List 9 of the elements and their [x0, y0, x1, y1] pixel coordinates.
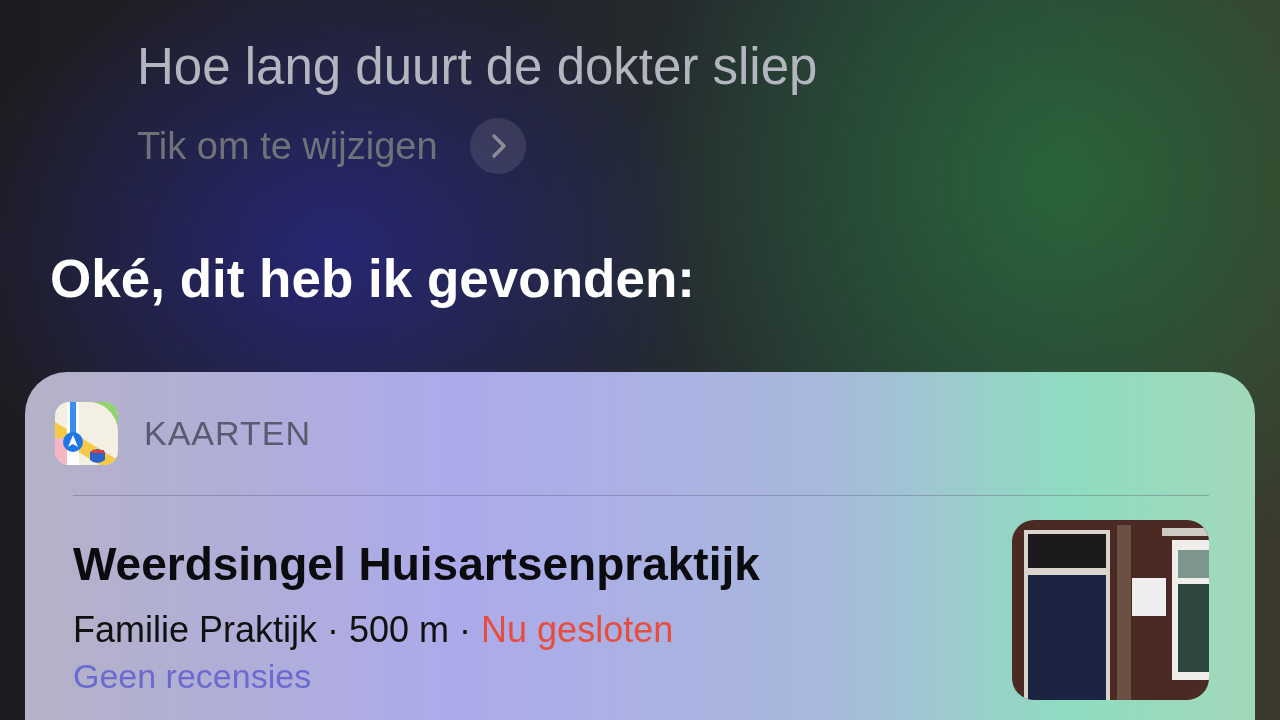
source-label: KAARTEN: [144, 414, 311, 453]
open-status: Nu gesloten: [481, 608, 674, 652]
place-name[interactable]: Weerdsingel Huisartsenpraktijk: [73, 536, 760, 592]
chevron-button[interactable]: [469, 118, 526, 174]
query-text[interactable]: Hoe lang duurt de dokter sliep: [137, 30, 818, 104]
response-heading: Oké, dit heb ik gevonden:: [50, 248, 695, 310]
place-details: Familie Praktijk · 500 m ·: [73, 608, 473, 652]
result-card[interactable]: KAARTEN Weerdsingel Huisartsenpraktijk Familie Praktijk · 500 m · Nu gesloten Geen recensies: [25, 372, 1255, 720]
maps-app-icon: [55, 402, 118, 465]
